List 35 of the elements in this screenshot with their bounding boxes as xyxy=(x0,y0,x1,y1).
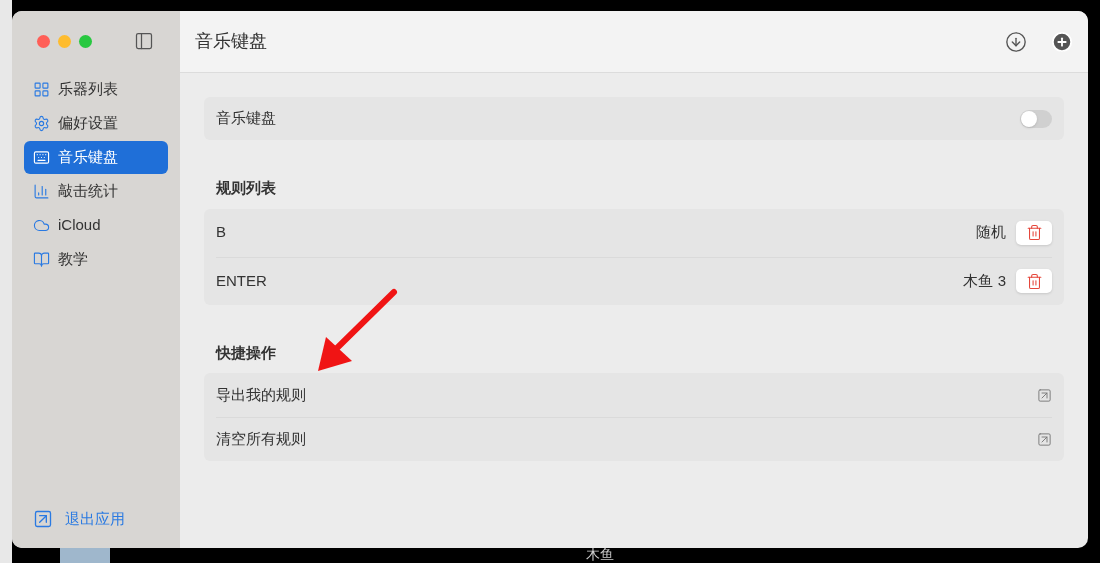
window-title: 音乐键盘 xyxy=(195,30,267,53)
delete-button[interactable] xyxy=(1016,220,1052,245)
arrow-out-icon xyxy=(1037,387,1052,403)
section-heading: 规则列表 xyxy=(215,178,277,198)
arrow-out-icon xyxy=(1037,432,1052,447)
rule-key: ENTER xyxy=(216,269,267,293)
sidebar-item[interactable]: 乐器列表 xyxy=(24,73,168,106)
keyboard-icon xyxy=(33,149,50,166)
settings-icon xyxy=(33,115,50,132)
cloud-icon xyxy=(33,217,50,234)
trash-icon xyxy=(1025,272,1043,290)
sidebar-item[interactable]: 偏好设置 xyxy=(24,107,168,140)
sidebar-item[interactable]: 敲击统计 xyxy=(24,175,168,208)
add-icon[interactable] xyxy=(1051,30,1073,53)
trash-icon xyxy=(1025,224,1043,241)
sidebar-item[interactable]: 教学 xyxy=(24,243,168,276)
action-item[interactable]: 清空所有规则 xyxy=(216,417,1052,461)
background-text: 木鱼 xyxy=(586,546,614,563)
rule-sound: 木鱼 3 xyxy=(963,270,1006,291)
rule-sound: 随机 xyxy=(976,222,1006,243)
close-button[interactable] xyxy=(37,34,50,48)
action-item[interactable]: 导出我的规则 xyxy=(216,373,1052,417)
row-label: 音乐键盘 xyxy=(216,108,276,129)
sidebar-item[interactable]: iCloud xyxy=(24,209,168,242)
sidebar-item[interactable]: 音乐键盘 xyxy=(24,141,168,174)
toggle-switch[interactable] xyxy=(1020,109,1052,128)
book-icon xyxy=(33,251,50,268)
download-icon[interactable] xyxy=(1005,30,1027,53)
delete-button[interactable] xyxy=(1016,269,1052,293)
app-icon xyxy=(60,548,110,563)
section-heading: 快捷操作 xyxy=(214,342,277,363)
rule-key: B xyxy=(216,221,226,244)
bar-chart-icon xyxy=(33,183,50,200)
grid-icon xyxy=(33,81,50,98)
arrow-out-icon xyxy=(33,508,53,529)
